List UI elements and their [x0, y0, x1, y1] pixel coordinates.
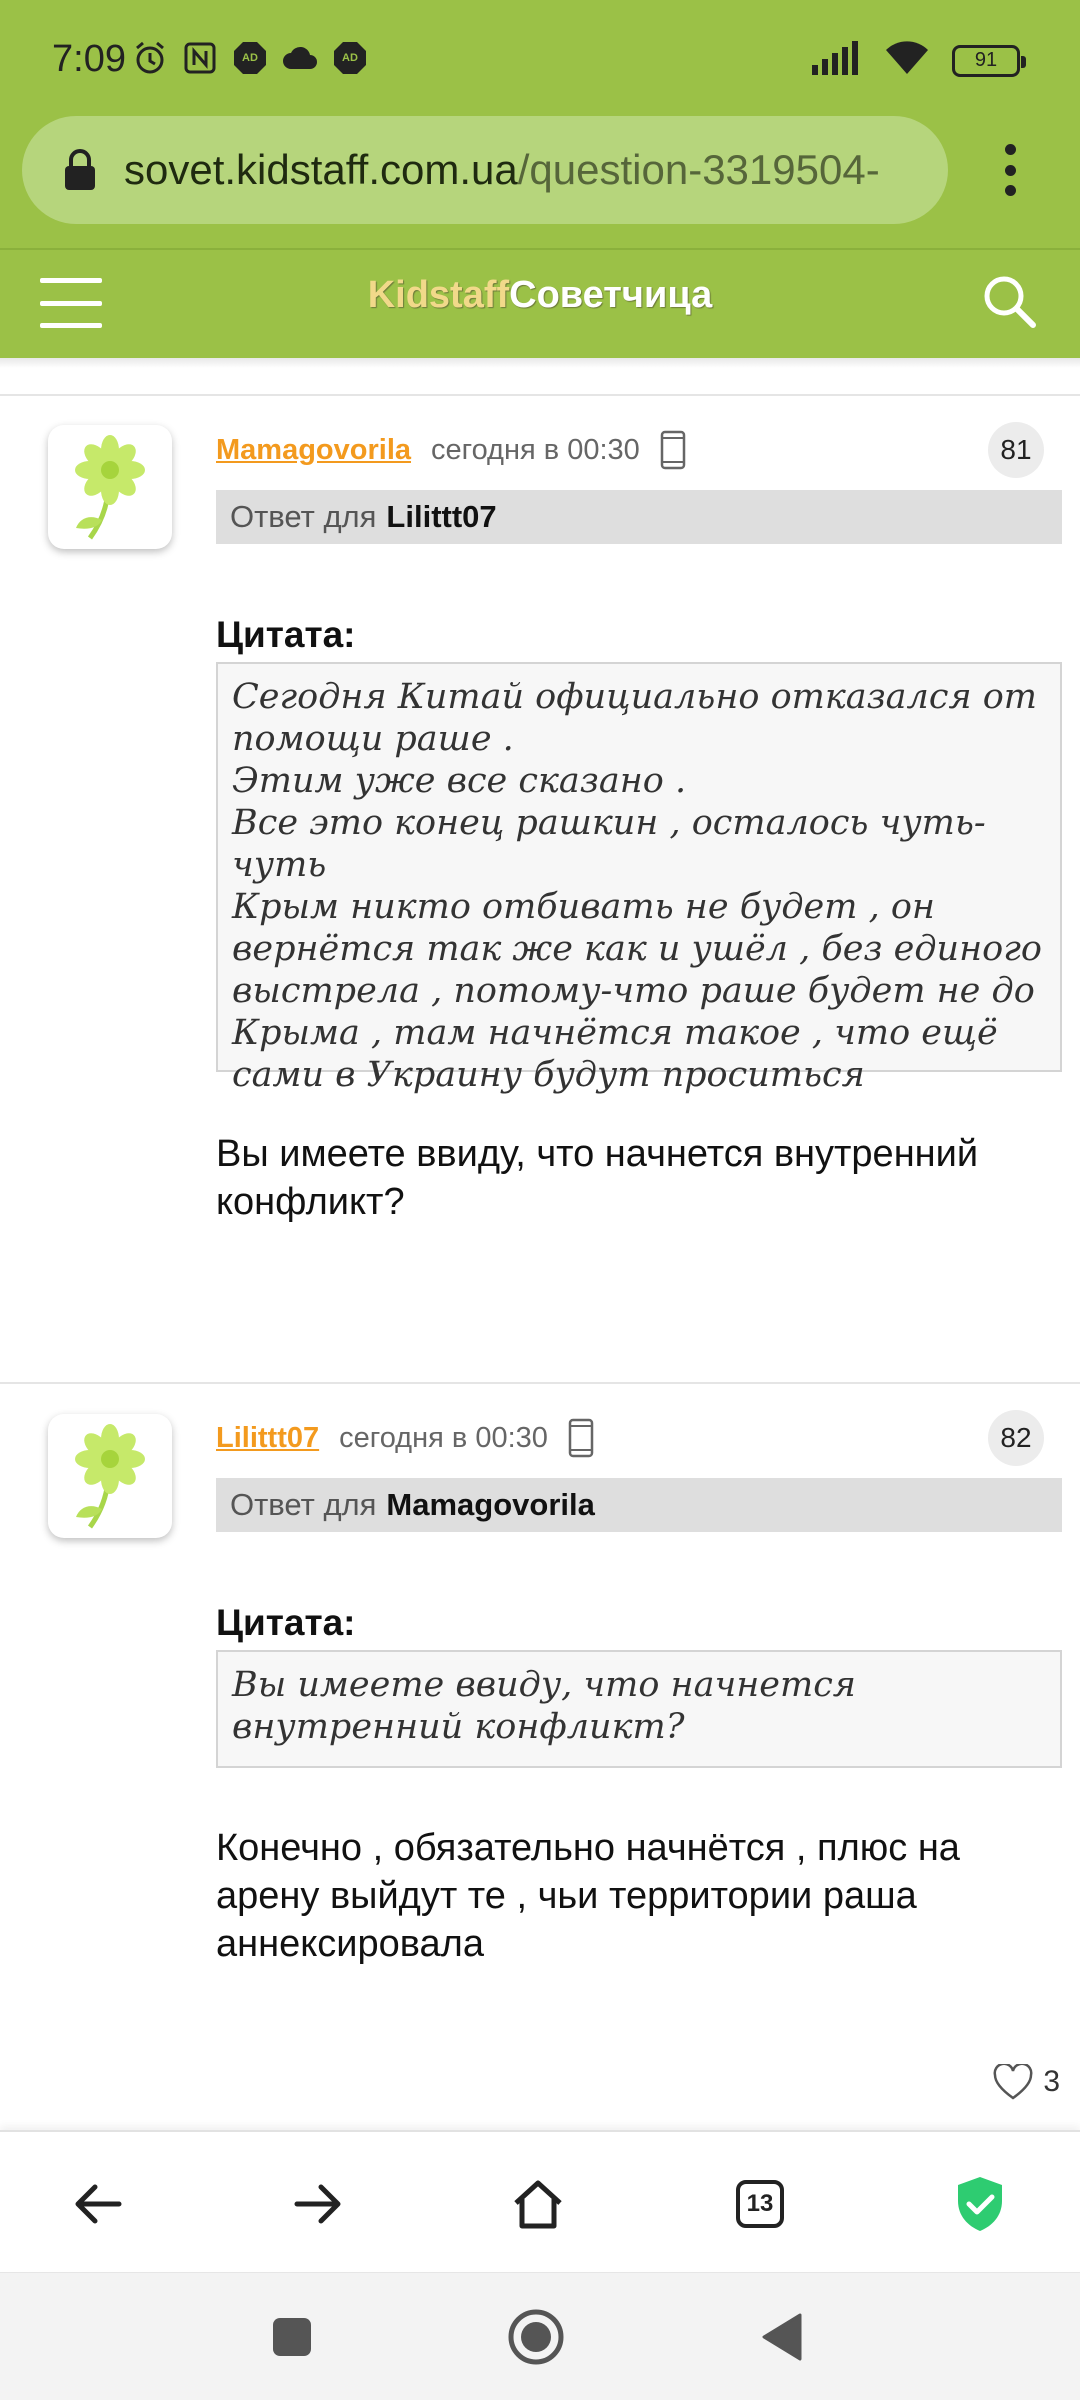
flower-icon [75, 435, 145, 540]
url-text: sovet.kidstaff.com.ua/question-3319504- [124, 146, 924, 194]
site-header: KidstaffСоветчица [0, 248, 1080, 358]
reply-to-bar: Ответ для Mamagovorila [216, 1478, 1062, 1532]
like-count: 3 [1043, 2065, 1060, 2098]
system-navigation-bar [0, 2272, 1080, 2400]
adblock-icon: AD [332, 40, 368, 76]
mobile-phone-icon [660, 430, 686, 470]
search-icon[interactable] [978, 270, 1040, 332]
triangle-back-icon [762, 2313, 802, 2361]
tabs-button[interactable]: 13 [720, 2164, 800, 2244]
recents-button[interactable] [262, 2307, 322, 2367]
svg-text:AD: AD [342, 52, 358, 64]
brand-part2: Советчица [509, 274, 713, 316]
circle-icon [508, 2309, 564, 2365]
lock-icon [65, 149, 95, 190]
status-bar: 7:09 AD AD 91 [0, 0, 1080, 120]
post-number-badge[interactable]: 81 [988, 422, 1044, 478]
site-logo[interactable]: KidstaffСоветчица [0, 274, 1080, 317]
battery-icon: 91 [952, 44, 1026, 77]
signal-icon [812, 41, 862, 80]
quote-box: Вы имеете ввиду, что начнется внутренний… [216, 1650, 1062, 1768]
alarm-icon [132, 40, 168, 76]
header-shadow [0, 358, 1080, 368]
post-meta: Lilittt07 сегодня в 00:30 [216, 1408, 594, 1468]
browser-chrome: 7:09 AD AD 91 sovet.kidstaff.com.ua/ques… [0, 0, 1080, 248]
status-icons-left: AD AD [132, 40, 368, 76]
arrow-right-icon [294, 2184, 341, 2224]
mobile-phone-icon [568, 1418, 594, 1458]
post-divider [0, 1382, 1080, 1384]
browser-menu-button[interactable] [1002, 144, 1018, 196]
reply-to-bar: Ответ для Lilittt07 [216, 490, 1062, 544]
reply-prefix: Ответ для [230, 1487, 377, 1522]
square-icon [273, 2318, 311, 2356]
home-nav-button[interactable] [506, 2307, 566, 2367]
post-divider [0, 394, 1080, 396]
browser-toolbar: 13 [0, 2130, 1080, 2272]
arrow-left-icon [75, 2184, 122, 2224]
back-button[interactable] [58, 2164, 138, 2244]
flower-icon [75, 1424, 145, 1529]
forward-button[interactable] [278, 2164, 358, 2244]
home-icon [514, 2180, 562, 2229]
cloud-icon [282, 40, 318, 76]
brand-part1: Kidstaff [367, 274, 510, 316]
author-link[interactable]: Mamagovorila [216, 434, 411, 467]
svg-text:AD: AD [242, 52, 258, 64]
nfc-icon [182, 40, 218, 76]
like-button[interactable]: 3 [993, 2064, 1060, 2100]
back-nav-button[interactable] [752, 2307, 812, 2367]
protection-button[interactable] [940, 2164, 1020, 2244]
quote-label: Цитата: [216, 1602, 356, 1643]
status-icons-right: 91 [812, 40, 1026, 81]
post-body: Вы имеете ввиду, что начнется внутренний… [216, 1133, 979, 1223]
avatar[interactable] [48, 425, 172, 549]
heart-icon [993, 2064, 1033, 2100]
address-bar[interactable]: sovet.kidstaff.com.ua/question-3319504- [22, 116, 948, 224]
reply-to-user[interactable]: Mamagovorila [386, 1487, 594, 1523]
url-path: /question-3319504- [517, 146, 880, 193]
shield-check-icon [958, 2177, 1002, 2231]
wifi-icon [884, 40, 930, 81]
url-host: sovet.kidstaff.com.ua [124, 146, 518, 193]
post-time: сегодня в 00:30 [431, 433, 640, 466]
quote-label: Цитата: [216, 614, 356, 655]
reply-to-user[interactable]: Lilittt07 [386, 499, 496, 535]
status-time: 7:09 [52, 38, 126, 80]
post-body: Конечно , обязательно начнётся , плюс на… [216, 1827, 960, 1965]
post-meta: Mamagovorila сегодня в 00:30 [216, 420, 686, 480]
avatar[interactable] [48, 1414, 172, 1538]
reply-prefix: Ответ для [230, 499, 377, 534]
post-number-badge[interactable]: 82 [988, 1410, 1044, 1466]
adblock-icon: AD [232, 40, 268, 76]
home-button[interactable] [498, 2164, 578, 2244]
quote-box: Сегодня Китай официально отказался от по… [216, 662, 1062, 1095]
tabs-count: 13 [736, 2180, 784, 2228]
author-link[interactable]: Lilittt07 [216, 1422, 319, 1455]
post-time: сегодня в 00:30 [339, 1421, 548, 1454]
